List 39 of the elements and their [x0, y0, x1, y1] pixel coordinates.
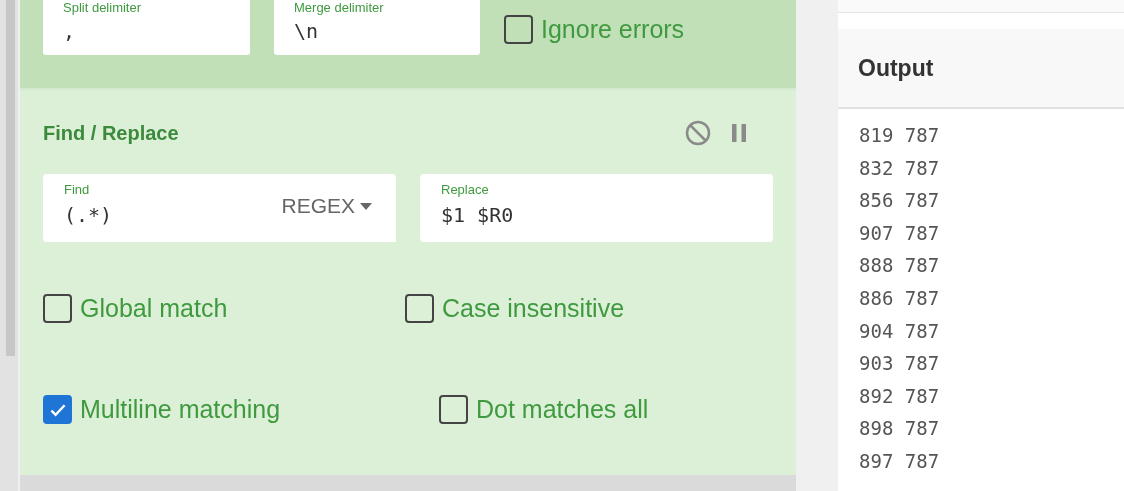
output-title: Output — [858, 54, 934, 82]
checkbox-label: Dot matches all — [476, 395, 649, 424]
replace-field[interactable]: Replace $1 $R0 — [420, 174, 773, 242]
field-value: \n — [294, 18, 320, 45]
output-line: 907 787 — [859, 220, 941, 246]
output-line: 886 787 — [859, 285, 941, 311]
field-label: Split delimiter — [63, 0, 143, 16]
checkbox-label: Multiline matching — [80, 395, 281, 424]
checkbox[interactable] — [504, 15, 533, 44]
output-line: 819 787 — [859, 123, 941, 148]
operation-title: Find / Replace — [43, 121, 179, 145]
checkbox[interactable] — [405, 294, 434, 323]
output-line: 904 787 — [859, 318, 941, 344]
output-line: 903 787 — [859, 351, 941, 377]
field-value: , — [63, 18, 77, 45]
field-label: Merge delimiter — [294, 0, 385, 16]
checkbox[interactable] — [43, 395, 72, 424]
field-value: (.*) — [64, 202, 113, 229]
split-delimiter-field[interactable]: Split delimiter , — [43, 0, 250, 55]
checkbox[interactable] — [439, 395, 468, 424]
field-label: Replace — [441, 182, 490, 198]
scrollbar[interactable] — [0, 0, 18, 491]
disable-icon[interactable] — [685, 120, 711, 146]
output-line: 897 787 — [859, 448, 941, 474]
output-line: 888 787 — [859, 253, 941, 279]
checkbox-label: Ignore errors — [541, 15, 685, 44]
field-label: Find — [64, 182, 91, 198]
output-line: 898 787 — [859, 416, 941, 442]
output-line: 832 787 — [859, 155, 941, 181]
merge-delimiter-field[interactable]: Merge delimiter \n — [274, 0, 480, 55]
caret-icon — [360, 202, 372, 210]
pause-icon[interactable] — [731, 123, 747, 143]
field-value: $1 $R0 — [441, 202, 514, 229]
find-field[interactable]: Find (.*) REGEX — [43, 174, 396, 242]
output-line: 892 787 — [859, 383, 941, 409]
output-line: 856 787 — [859, 188, 941, 214]
checkbox[interactable] — [43, 294, 72, 323]
checkbox-label: Global match — [80, 294, 228, 323]
checkbox-label: Case insensitive — [442, 294, 625, 323]
